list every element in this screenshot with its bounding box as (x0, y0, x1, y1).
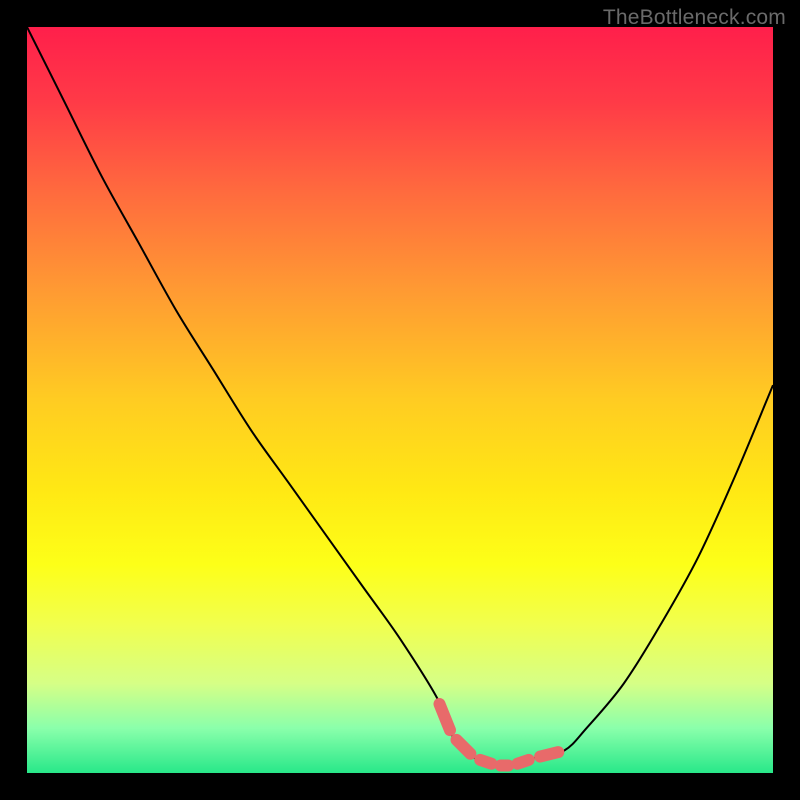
bottleneck-chart (27, 27, 773, 773)
near-zero-highlight (440, 704, 559, 766)
highlight-dash (518, 760, 529, 764)
bottleneck-curve-line (27, 27, 773, 766)
chart-frame (27, 27, 773, 773)
highlight-dash (540, 752, 558, 757)
highlight-dash (480, 760, 491, 764)
highlight-dash (440, 704, 451, 730)
watermark-text: TheBottleneck.com (603, 6, 786, 30)
highlight-dash (457, 740, 471, 754)
